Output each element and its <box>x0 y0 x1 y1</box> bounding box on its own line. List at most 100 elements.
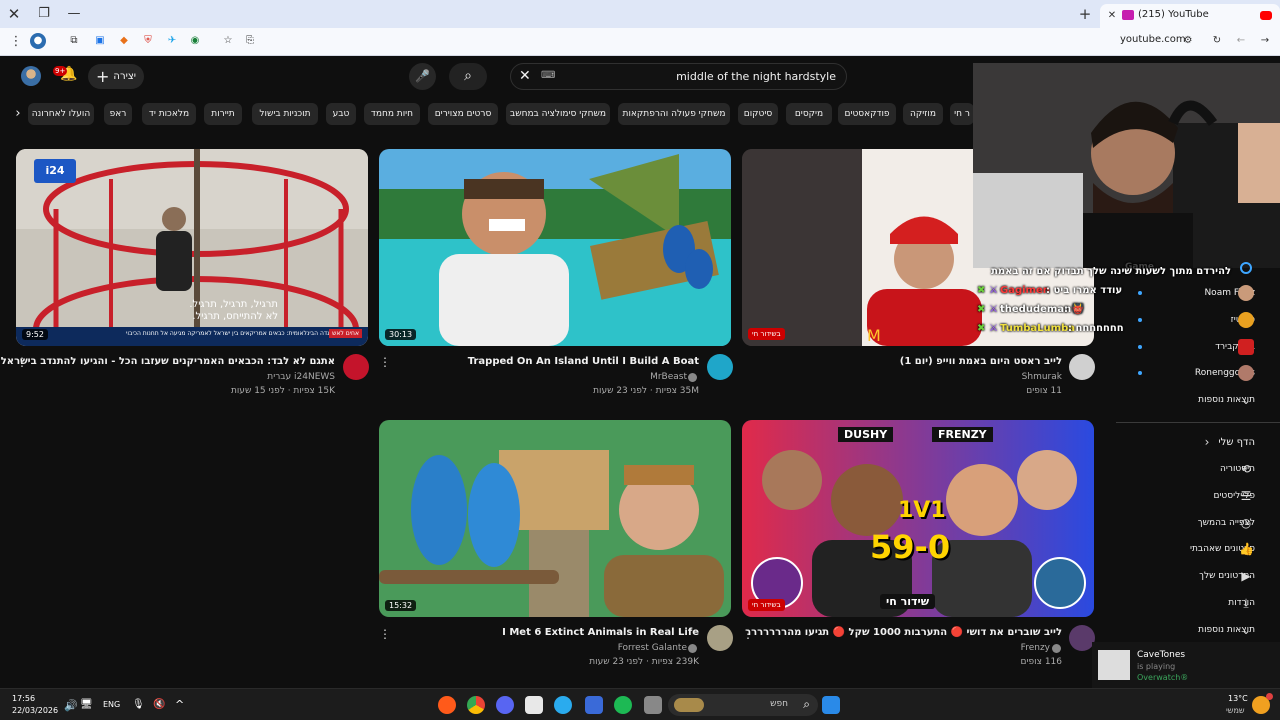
chip-cooking[interactable]: תוכניות בישול <box>252 103 318 125</box>
discord-icon[interactable] <box>496 696 514 714</box>
new-tab-button[interactable]: + <box>1075 4 1095 24</box>
more-options-icon[interactable]: ⋮ <box>379 627 391 641</box>
channel-name[interactable]: Shmurak <box>1022 372 1062 382</box>
video-title[interactable]: Trapped On An Island Until I Build A Boa… <box>468 356 699 367</box>
chip-mixes[interactable]: מיקסים <box>786 103 832 125</box>
chip-tourism[interactable]: תיירות <box>204 103 242 125</box>
taskbar-search-input[interactable]: חפש ⌕ <box>668 694 818 716</box>
weather-temp[interactable]: 13°C <box>1228 694 1248 703</box>
channel-name[interactable]: Frenzy <box>1021 643 1050 653</box>
forward-icon[interactable]: ← <box>1233 33 1249 49</box>
sidebar-more-subs[interactable]: תוצאות נוספות <box>1125 395 1255 405</box>
mic-icon[interactable]: 🎙 <box>132 699 145 710</box>
more-options-icon[interactable]: ⋮ <box>742 627 754 641</box>
video-thumbnail-i24[interactable]: i24 תרגיל, תרגיל, תרגיל. לא להתייחס, תרג… <box>16 149 368 346</box>
sidebar-playlists[interactable]: פלייליסטים <box>1125 491 1255 501</box>
sidebar-your-videos[interactable]: הסרטונים שלך <box>1125 571 1255 581</box>
channel-avatar-i24[interactable] <box>343 354 369 380</box>
file-explorer-icon[interactable] <box>644 696 662 714</box>
video-thumbnail-galante[interactable]: 15:32 <box>379 420 731 617</box>
sidebar-downloads[interactable]: הורדות <box>1125 598 1255 608</box>
channel-name[interactable]: i24NEWS עברית <box>267 372 335 382</box>
back-icon[interactable]: → <box>1257 33 1273 49</box>
windows-start-icon[interactable] <box>822 696 840 714</box>
account-avatar[interactable] <box>21 66 41 86</box>
apps-grid-icon[interactable] <box>585 696 603 714</box>
bookmark-star-icon[interactable]: ☆ <box>220 33 236 49</box>
game-activity-toast[interactable]: CaveTones is playing Overwatch® <box>1092 642 1280 688</box>
reload-icon[interactable]: ↻ <box>1209 33 1225 49</box>
volume-icon[interactable]: 🔊 <box>64 699 78 712</box>
url-text[interactable]: youtube.com <box>1120 34 1186 45</box>
sidebar-more-you[interactable]: תוצאות נוספות <box>1125 625 1255 635</box>
tab-search-icon[interactable]: ▣ <box>92 33 108 49</box>
sidebar-sub-ronenggclips[interactable]: Ronenggclips <box>1125 368 1255 378</box>
clear-search-icon[interactable]: ✕ <box>519 68 531 84</box>
minimize-window-icon[interactable]: — <box>64 4 84 24</box>
language-indicator[interactable]: ENG <box>103 700 120 709</box>
sidebar-history[interactable]: היסטוריה <box>1125 464 1255 474</box>
sidebar-sub-noam-firuz[interactable]: Noam Firuz <box>1125 288 1255 298</box>
chip-cartoons[interactable]: סרטים מצוירים <box>428 103 498 125</box>
video-thumbnail-mrbeast[interactable]: 30:13 <box>379 149 731 346</box>
chips-scroll-left-icon[interactable]: › <box>10 103 26 125</box>
channel-avatar-galante[interactable] <box>707 625 733 651</box>
chip-sitcom[interactable]: סיטקום <box>738 103 778 125</box>
more-options-icon[interactable]: ⋮ <box>16 355 28 369</box>
chip-nature[interactable]: טבע <box>326 103 356 125</box>
create-button[interactable]: + יצירה <box>88 64 144 89</box>
close-tab-icon[interactable]: ✕ <box>1102 6 1122 26</box>
tab-youtube[interactable]: ✕ (215) YouTube <box>1100 4 1280 28</box>
extension-green-icon[interactable]: ◉ <box>187 33 203 49</box>
taskbar-app-icon[interactable] <box>438 696 456 714</box>
close-window-icon[interactable]: ✕ <box>4 4 24 24</box>
sidebar-sub-soltiz[interactable]: סולטיז <box>1125 315 1255 325</box>
clock-time[interactable]: 17:56 <box>12 694 35 703</box>
chrome-icon[interactable] <box>467 696 485 714</box>
chip-action-adventure[interactable]: משחקי פעולה והרפתקאות <box>618 103 730 125</box>
sidebar-watch-later[interactable]: לצפייה בהמשך <box>1125 518 1255 528</box>
extensions-icon[interactable]: ⧉ <box>66 33 82 49</box>
channel-avatar-shmurak[interactable] <box>1069 354 1095 380</box>
search-input[interactable]: ✕ ⌨ middle of the night hardstyle <box>510 63 847 90</box>
spotify-icon[interactable] <box>614 696 632 714</box>
extension-orange-icon[interactable]: ◆ <box>116 33 132 49</box>
video-thumbnail-frenzy[interactable]: DUSHY FRENZY 1V1 59-0 שידור חי בשידור חי <box>742 420 1094 617</box>
channel-avatar-mrbeast[interactable] <box>707 354 733 380</box>
site-settings-icon[interactable]: ⚙ <box>1180 33 1196 49</box>
weather-desc[interactable]: שמשי <box>1226 706 1245 715</box>
video-title[interactable]: I Met 6 Extinct Animals in Real Life <box>502 627 699 638</box>
video-title[interactable]: לייב שוברים את דושי 🔴 התערבות 1000 שקל 🔴… <box>745 627 1062 638</box>
video-title[interactable]: לייב ראסט היום באמת ווייפ (יום 1) <box>900 356 1062 367</box>
search-button[interactable]: ⌕ <box>449 63 487 90</box>
extension-shield-icon[interactable]: ⛨ <box>140 33 156 49</box>
chip-music[interactable]: מוזיקה <box>903 103 943 125</box>
voice-search-mic-icon[interactable]: 🎤 <box>409 63 436 90</box>
telegram-icon[interactable] <box>554 696 572 714</box>
channel-name[interactable]: Forrest Galante <box>618 643 687 653</box>
muted-icon[interactable]: 🔇 <box>153 699 165 710</box>
tray-expand-icon[interactable]: ^ <box>175 698 184 711</box>
sidebar-sub-blackbird[interactable]: בלאקבירד <box>1125 342 1255 352</box>
chip-live-partial[interactable]: ר חי <box>950 103 974 125</box>
more-options-icon[interactable]: ⋮ <box>379 355 391 369</box>
chip-rap[interactable]: ראפ <box>104 103 132 125</box>
chip-podcasts[interactable]: פודקאסטים <box>838 103 896 125</box>
channel-name[interactable]: MrBeast <box>650 372 687 382</box>
chip-simulation[interactable]: משחקי סימולציה במחשב <box>506 103 610 125</box>
sidebar-you-header[interactable]: הדף שלי <box>1125 437 1255 448</box>
chip-recent[interactable]: הועלו לאחרונה <box>28 103 94 125</box>
video-title[interactable]: אתגם לא לבד: הכבאים האמריקנים שעזבו הכל … <box>1 356 335 367</box>
keyboard-icon[interactable]: ⌨ <box>541 70 555 81</box>
profile-icon[interactable]: ● <box>30 33 46 49</box>
install-app-icon[interactable]: ⎘ <box>242 33 258 49</box>
clock-date[interactable]: 22/03/2026 <box>12 706 58 715</box>
restore-window-icon[interactable]: ❐ <box>34 4 54 24</box>
chip-crafts[interactable]: מלאכות יד <box>142 103 196 125</box>
notepad-icon[interactable] <box>525 696 543 714</box>
sidebar-liked[interactable]: סרטונים שאהבתי <box>1125 544 1255 554</box>
chip-pets[interactable]: חיות מחמד <box>364 103 420 125</box>
network-icon[interactable]: 🖥 <box>80 699 93 710</box>
menu-dots-icon[interactable]: ⋮ <box>6 32 26 52</box>
extension-blue-icon[interactable]: ✈ <box>164 33 180 49</box>
